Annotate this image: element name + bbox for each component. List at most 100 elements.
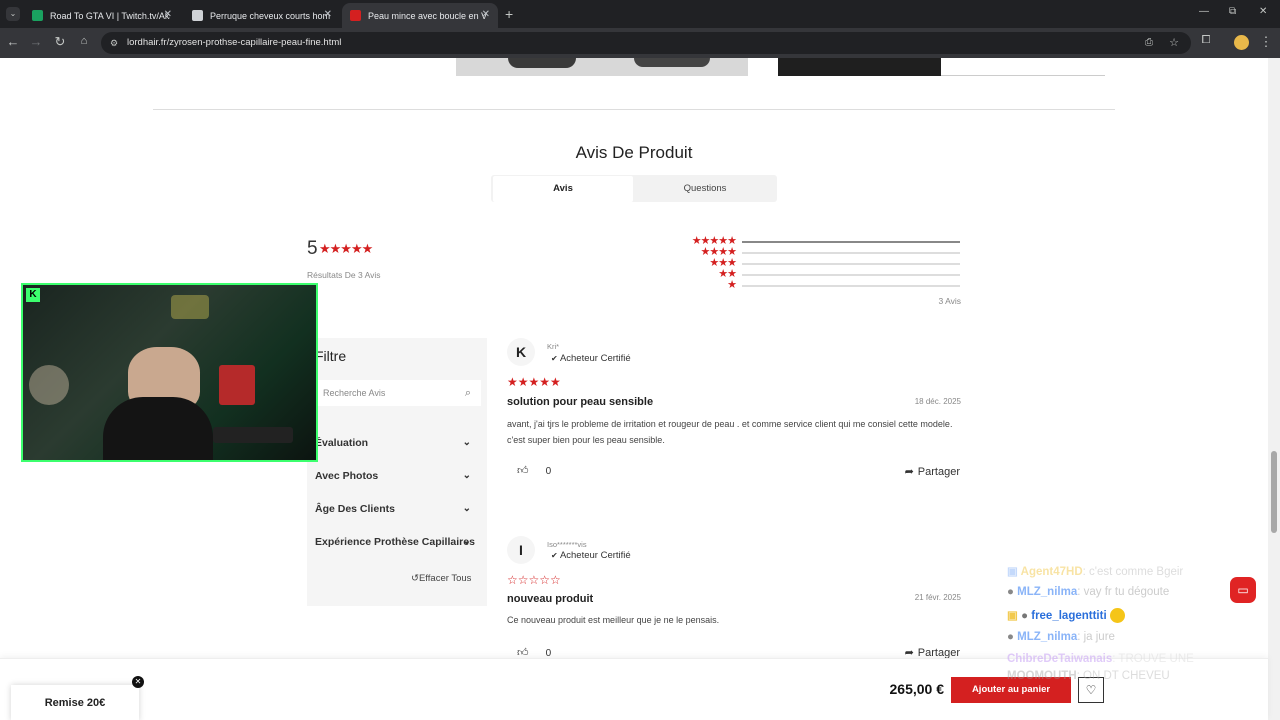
discount-popup[interactable]: Remise 20€: [11, 685, 139, 720]
lamp-light: [29, 365, 69, 405]
extensions-icon[interactable]: ⧠: [1197, 34, 1215, 47]
histogram-bar: [742, 241, 960, 243]
address-bar[interactable]: ⚙ lordhair.fr/zyrosen-prothse-capillaire…: [101, 32, 1191, 54]
review-author: Iso*******vis: [547, 540, 587, 549]
bookmark-star-icon[interactable]: ☆: [1169, 32, 1179, 54]
histogram-bar: [742, 285, 960, 287]
chevron-down-icon: ⌄: [462, 503, 471, 514]
chat-badge-icon: ●: [1021, 610, 1029, 622]
tab-questions[interactable]: Questions: [635, 176, 775, 202]
results-count: Résultats De 3 Avis: [307, 270, 381, 280]
product-image: [778, 58, 941, 76]
section-title: Avis De Produit: [575, 143, 693, 162]
tab-search-icon[interactable]: ⌄: [6, 7, 20, 21]
red-appliance: [219, 365, 255, 405]
browser-tab-1[interactable]: Road To GTA VI | Twitch.tv/Akan ✕: [24, 3, 180, 28]
browser-toolbar: ← → ↻ ⌂ ⚙ lordhair.fr/zyrosen-prothse-ca…: [0, 28, 1280, 58]
avatar: I: [507, 536, 535, 564]
forward-icon[interactable]: →: [27, 34, 45, 49]
review-title: solution pour peau sensible: [507, 396, 654, 408]
histogram-stars-1: ★: [727, 279, 737, 291]
tab-avis[interactable]: Avis: [493, 176, 633, 202]
tab-title: Peau mince avec boucle en V -: [368, 10, 488, 21]
kick-logo-icon: K: [26, 288, 40, 302]
search-placeholder: Recherche Avis: [323, 388, 386, 398]
verified-check-icon: ✔: [551, 551, 560, 560]
filter-age[interactable]: Âge Des Clients ⌄: [315, 503, 481, 515]
twitch-favicon-icon: [32, 10, 43, 21]
review-body: Ce nouveau produit est meilleur que je n…: [507, 615, 720, 625]
like-button[interactable]: 👍︎ 0: [517, 464, 551, 477]
price: 265,00 €: [889, 681, 945, 697]
heart-icon: ♡: [1085, 683, 1097, 697]
chat-support-button[interactable]: ▭: [1230, 577, 1256, 603]
page-favicon-icon: [192, 10, 203, 21]
page-scrollbar[interactable]: [1268, 58, 1280, 720]
reset-icon: ↺: [411, 573, 419, 584]
share-button[interactable]: ➦ Partager: [905, 465, 960, 478]
chat-badge-icon: ●: [1007, 586, 1014, 598]
close-tab-icon[interactable]: ✕: [324, 9, 332, 20]
close-discount-icon[interactable]: ✕: [132, 676, 144, 688]
divider: [941, 75, 1105, 76]
discount-label: Remise 20€: [44, 697, 106, 709]
review-title: nouveau produit: [507, 593, 594, 605]
review-date: 18 déc. 2025: [914, 397, 961, 406]
chevron-down-icon: ⌄: [462, 437, 471, 448]
review-stars: ★★★★★: [507, 375, 561, 389]
url-text: lordhair.fr/zyrosen-prothse-capillaire-p…: [127, 37, 342, 48]
close-tab-icon[interactable]: ✕: [164, 9, 172, 20]
install-icon[interactable]: ⎙: [1145, 32, 1153, 54]
search-icon[interactable]: ⌕: [465, 380, 471, 406]
filter-title: Filtre: [315, 348, 347, 364]
chat-message: ChibreDeTaiwanais: TROUVE UNE: [1007, 653, 1194, 665]
reviews-tab-switch: Avis Questions: [491, 175, 777, 202]
close-tab-icon[interactable]: ✕: [482, 9, 490, 20]
histogram-bar: [742, 252, 960, 254]
filter-panel: Filtre Recherche Avis ⌕ Évaluation ⌄ Avec…: [307, 338, 487, 606]
menu-icon[interactable]: ⋮: [1257, 34, 1275, 50]
home-icon[interactable]: ⌂: [75, 35, 93, 47]
review-date: 21 févr. 2025: [914, 593, 961, 602]
product-image: [456, 58, 748, 76]
filter-photos[interactable]: Avec Photos ⌄: [315, 470, 481, 482]
section-divider: [153, 109, 1115, 110]
laughing-emoji-icon: [1109, 608, 1125, 624]
restore-icon[interactable]: ⧉: [1229, 6, 1236, 17]
chevron-down-icon: ⌄: [462, 536, 471, 547]
rating-value: 5: [307, 238, 318, 259]
browser-tab-strip: ⌄ Road To GTA VI | Twitch.tv/Akan ✕ Perr…: [0, 0, 1280, 28]
filter-label: Avec Photos: [315, 470, 379, 482]
back-icon[interactable]: ←: [4, 34, 22, 49]
filter-label: Âge Des Clients: [315, 503, 395, 515]
browser-tab-2[interactable]: Perruque cheveux courts homme ✕: [184, 3, 340, 28]
verified-badge: ✔ Acheteur Certifié: [551, 353, 631, 364]
lordhair-favicon-icon: [350, 10, 361, 21]
histogram-bar: [742, 274, 960, 276]
scrollbar-thumb[interactable]: [1271, 451, 1277, 533]
streamer-body: [103, 397, 213, 460]
rating-stars: ★★★★★: [319, 241, 373, 256]
bottom-purchase-bar: Remise 20€ ✕ 265,00 € Ajouter au panier …: [0, 658, 1268, 720]
reload-icon[interactable]: ↻: [51, 34, 69, 50]
profile-avatar[interactable]: [1234, 35, 1249, 50]
chat-message: MOOMOUTH: ON DT CHEVEU: [1007, 670, 1170, 682]
filter-rating[interactable]: Évaluation ⌄: [315, 437, 481, 449]
review-author: Kri*: [547, 342, 560, 351]
chat-message: ● MLZ_nilma: vay fr tu dégoute: [1007, 586, 1170, 598]
chat-badge-icon: ●: [1007, 631, 1014, 643]
tab-title: Perruque cheveux courts homme: [210, 10, 330, 21]
chevron-down-icon: ⌄: [462, 470, 471, 481]
filter-experience[interactable]: Expérience Prothèse Capillaires ⌄: [315, 536, 481, 548]
search-input[interactable]: Recherche Avis ⌕: [315, 380, 481, 406]
clear-all-button[interactable]: ↺Effacer Tous: [411, 573, 471, 584]
browser-tab-3[interactable]: Peau mince avec boucle en V - ✕: [342, 3, 498, 28]
chat-message: ● MLZ_nilma: ja jure: [1007, 631, 1115, 643]
review-card: K Kri* ✔ Acheteur Certifié ★★★★★ solutio…: [507, 338, 961, 488]
new-tab-button[interactable]: +: [505, 6, 513, 22]
close-window-icon[interactable]: ✕: [1259, 6, 1267, 17]
site-info-icon[interactable]: ⚙: [110, 32, 118, 54]
neon-light: [171, 295, 209, 319]
minimize-icon[interactable]: —: [1199, 6, 1209, 17]
chat-message: ▣ ● free_lagenttiti: [1007, 608, 1125, 624]
